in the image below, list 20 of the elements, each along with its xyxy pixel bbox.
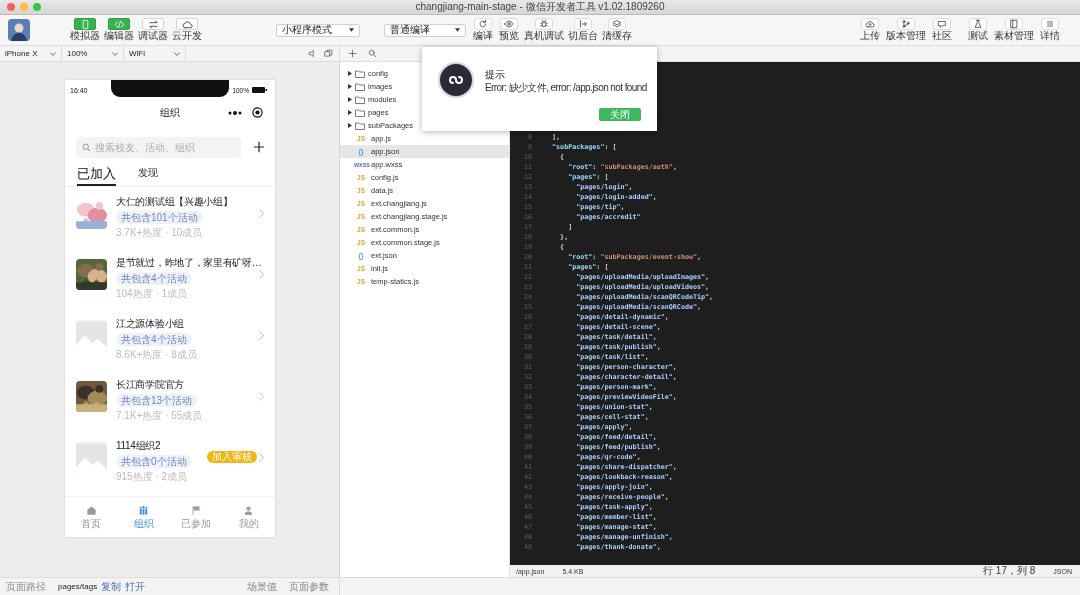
page-title: 组织 bbox=[160, 106, 180, 120]
dialog-title: 提示 bbox=[485, 69, 506, 81]
group-title: 1114组织2 bbox=[116, 440, 162, 452]
group-title: 江之源体验小组 bbox=[116, 318, 185, 330]
activity-count-tag: 共包含13个活动 bbox=[116, 394, 198, 407]
window-title: changjiang-main-stage - 微信开发者工具 v1.02.1809260 bbox=[415, 0, 665, 14]
page-path: pages/tags bbox=[58, 582, 98, 591]
activity-count-tag: 共包含101个活动 bbox=[116, 211, 203, 224]
group-title: 是节就过，昨地了，家里有矿呀… bbox=[116, 257, 263, 269]
activity-count-tag: 共包含4个活动 bbox=[116, 333, 192, 346]
activity-count-tag: 共包含4个活动 bbox=[116, 272, 192, 285]
activity-count-tag: 共包含0个活动 bbox=[116, 455, 192, 468]
cursor-position: 行 17，列 8 bbox=[983, 565, 1036, 577]
group-title: 大仁的测试组【兴趣小组】 bbox=[116, 196, 234, 208]
group-stats: 7.1K+热度 · 55成员 bbox=[116, 410, 204, 422]
path-label: 页面路径 bbox=[6, 579, 46, 594]
status-badge: 加入审核 bbox=[207, 451, 257, 463]
group-title: 长江商学院官方 bbox=[116, 379, 185, 391]
group-stats: 3.7K+热度 · 10成员 bbox=[116, 227, 204, 239]
dialog-message: Error: 缺少文件, error: /app.json not found bbox=[485, 82, 647, 94]
